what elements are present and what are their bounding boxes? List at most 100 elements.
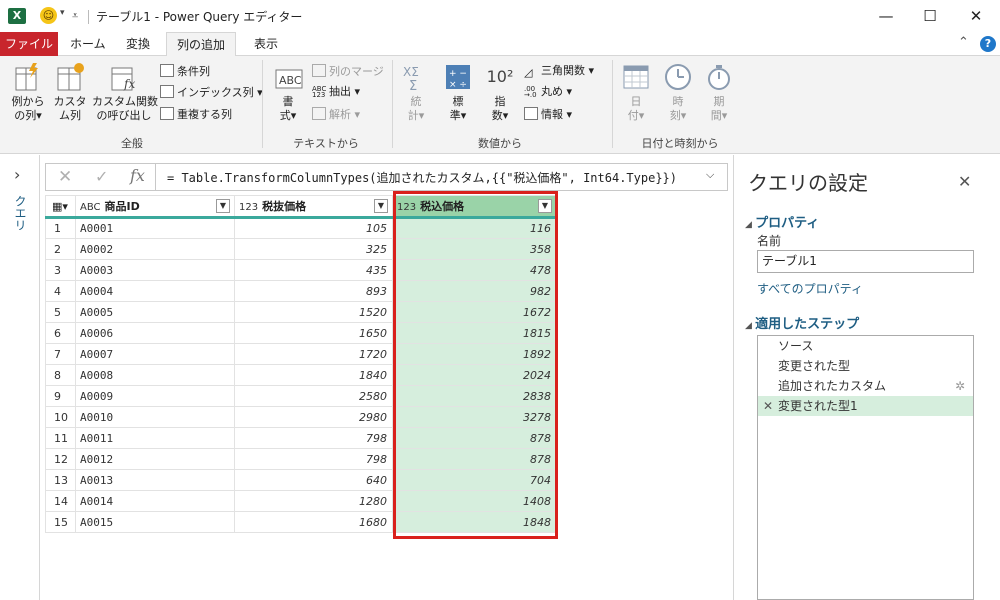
price-excl-tax-cell[interactable]: 1650 bbox=[234, 322, 393, 344]
row-number[interactable]: 10 bbox=[45, 406, 76, 428]
price-excl-tax-cell[interactable]: 105 bbox=[234, 217, 393, 239]
extract-button[interactable]: ABC 123 抽出 ▾ bbox=[312, 85, 360, 99]
price-excl-tax-cell[interactable]: 1680 bbox=[234, 511, 393, 533]
product-id-cell[interactable]: A0009 bbox=[75, 385, 235, 407]
tab-home[interactable]: ホーム bbox=[60, 32, 116, 56]
formula-expand-icon[interactable]: ⌵ bbox=[706, 168, 714, 182]
all-properties-link[interactable]: すべてのプロパティ bbox=[757, 280, 863, 297]
filter-dropdown-icon[interactable]: ▼ bbox=[216, 199, 230, 213]
product-id-cell[interactable]: A0005 bbox=[75, 301, 235, 323]
standard-button[interactable]: + − × ÷ 標 準▾ bbox=[442, 62, 474, 123]
product-id-cell[interactable]: A0014 bbox=[75, 490, 235, 512]
close-window-button[interactable]: ✕ bbox=[956, 4, 996, 28]
rounding-button[interactable]: .00 →.0 丸め ▾ bbox=[524, 85, 572, 99]
format-button[interactable]: ABC 書 式▾ bbox=[270, 62, 306, 123]
expand-queries-icon[interactable]: › bbox=[14, 165, 20, 184]
product-id-cell[interactable]: A0015 bbox=[75, 511, 235, 533]
tab-file[interactable]: ファイル bbox=[0, 32, 58, 56]
price-excl-tax-cell[interactable]: 640 bbox=[234, 469, 393, 491]
formula-confirm-icon[interactable]: ✓ bbox=[95, 167, 108, 186]
product-id-cell[interactable]: A0011 bbox=[75, 427, 235, 449]
information-button[interactable]: 情報 ▾ bbox=[524, 107, 572, 122]
product-id-cell[interactable]: A0013 bbox=[75, 469, 235, 491]
step-source[interactable]: ソース bbox=[758, 336, 973, 356]
quick-access-customize-icon[interactable]: ⩡ bbox=[72, 9, 78, 23]
price-excl-tax-cell[interactable]: 1520 bbox=[234, 301, 393, 323]
price-excl-tax-cell[interactable]: 2580 bbox=[234, 385, 393, 407]
collapse-ribbon-icon[interactable]: ⌃ bbox=[958, 35, 969, 50]
conditional-column-button[interactable]: 条件列 bbox=[160, 64, 210, 79]
integer-type-icon[interactable]: 123 bbox=[239, 202, 258, 213]
row-number[interactable]: 2 bbox=[45, 238, 76, 260]
date-button[interactable]: 日 付▾ bbox=[620, 62, 652, 123]
query-name-input[interactable]: テーブル1 bbox=[757, 250, 974, 273]
parse-button[interactable]: 解析 ▾ bbox=[312, 107, 360, 122]
column-from-examples-button[interactable]: 例から の列▾ bbox=[6, 62, 50, 123]
product-id-cell[interactable]: A0007 bbox=[75, 343, 235, 365]
product-id-cell[interactable]: A0004 bbox=[75, 280, 235, 302]
smiley-dropdown-icon[interactable]: ▾ bbox=[60, 8, 65, 18]
price-excl-tax-cell[interactable]: 435 bbox=[234, 259, 393, 281]
product-id-cell[interactable]: A0003 bbox=[75, 259, 235, 281]
statistics-button[interactable]: XΣ Σ 統 計▾ bbox=[400, 62, 432, 123]
product-id-cell[interactable]: A0008 bbox=[75, 364, 235, 386]
help-icon[interactable]: ? bbox=[980, 36, 996, 52]
price-excl-tax-cell[interactable]: 1280 bbox=[234, 490, 393, 512]
row-number[interactable]: 3 bbox=[45, 259, 76, 281]
row-number[interactable]: 15 bbox=[45, 511, 76, 533]
step-changed-type-1[interactable]: ✕ 変更された型1 bbox=[758, 396, 973, 416]
time-button[interactable]: 時 刻▾ bbox=[662, 62, 694, 123]
properties-header[interactable]: ◢ プロパティ bbox=[745, 212, 819, 231]
product-id-cell[interactable]: A0012 bbox=[75, 448, 235, 470]
queries-pane-label[interactable]: クエリ bbox=[12, 195, 29, 231]
row-number[interactable]: 7 bbox=[45, 343, 76, 365]
tab-add-column[interactable]: 列の追加 bbox=[166, 32, 237, 57]
maximize-button[interactable]: ☐ bbox=[910, 4, 950, 28]
price-excl-tax-cell[interactable]: 2980 bbox=[234, 406, 393, 428]
row-number[interactable]: 5 bbox=[45, 301, 76, 323]
price-excl-tax-cell[interactable]: 1720 bbox=[234, 343, 393, 365]
filter-dropdown-icon[interactable]: ▼ bbox=[374, 199, 388, 213]
row-number[interactable]: 12 bbox=[45, 448, 76, 470]
product-id-cell[interactable]: A0010 bbox=[75, 406, 235, 428]
price-excl-tax-cell[interactable]: 325 bbox=[234, 238, 393, 260]
custom-column-button[interactable]: カスタ ム列 bbox=[50, 62, 90, 123]
step-settings-gear-icon[interactable]: ✲ bbox=[955, 376, 965, 396]
product-id-cell[interactable]: A0002 bbox=[75, 238, 235, 260]
price-excl-tax-cell[interactable]: 1840 bbox=[234, 364, 393, 386]
invoke-custom-function-button[interactable]: fx カスタム関数 の呼び出し bbox=[92, 62, 158, 123]
price-excl-tax-cell[interactable]: 893 bbox=[234, 280, 393, 302]
price-excl-tax-cell[interactable]: 798 bbox=[234, 448, 393, 470]
scientific-button[interactable]: 10² 指 数▾ bbox=[484, 62, 516, 123]
row-number[interactable]: 13 bbox=[45, 469, 76, 491]
applied-steps-header[interactable]: ◢ 適用したステップ bbox=[745, 313, 859, 332]
close-query-settings-icon[interactable]: ✕ bbox=[958, 172, 971, 191]
formula-input[interactable]: = Table.TransformColumnTypes(追加されたカスタム,{… bbox=[167, 169, 677, 186]
index-column-button[interactable]: インデックス列 ▾ bbox=[160, 85, 263, 100]
delete-step-icon[interactable]: ✕ bbox=[763, 396, 773, 416]
step-added-custom[interactable]: 追加されたカスタム ✲ bbox=[758, 376, 973, 396]
tab-view[interactable]: 表示 bbox=[244, 32, 288, 56]
tab-transform[interactable]: 変換 bbox=[116, 32, 160, 56]
step-changed-type[interactable]: 変更された型 bbox=[758, 356, 973, 376]
text-type-icon[interactable]: ABC bbox=[80, 202, 101, 213]
merge-columns-button[interactable]: 列のマージ bbox=[312, 64, 384, 79]
row-number[interactable]: 9 bbox=[45, 385, 76, 407]
column-header-product-id[interactable]: ABC 商品ID ▼ bbox=[75, 195, 235, 219]
table-menu-icon[interactable]: ▦▾ bbox=[45, 195, 76, 219]
row-number[interactable]: 14 bbox=[45, 490, 76, 512]
trigonometry-button[interactable]: ◿ 三角関数 ▾ bbox=[524, 64, 594, 79]
product-id-cell[interactable]: A0006 bbox=[75, 322, 235, 344]
duration-button[interactable]: 期 間▾ bbox=[703, 62, 735, 123]
row-number[interactable]: 8 bbox=[45, 364, 76, 386]
row-number[interactable]: 6 bbox=[45, 322, 76, 344]
duplicate-column-button[interactable]: 重複する列 bbox=[160, 107, 232, 122]
price-excl-tax-cell[interactable]: 798 bbox=[234, 427, 393, 449]
row-number[interactable]: 1 bbox=[45, 217, 76, 239]
product-id-cell[interactable]: A0001 bbox=[75, 217, 235, 239]
column-header-price-excl-tax[interactable]: 123 税抜価格 ▼ bbox=[234, 195, 393, 219]
minimize-button[interactable]: — bbox=[866, 4, 906, 28]
row-number[interactable]: 11 bbox=[45, 427, 76, 449]
formula-cancel-icon[interactable]: ✕ bbox=[58, 167, 72, 187]
feedback-smiley-icon[interactable]: ☺ bbox=[40, 7, 57, 24]
